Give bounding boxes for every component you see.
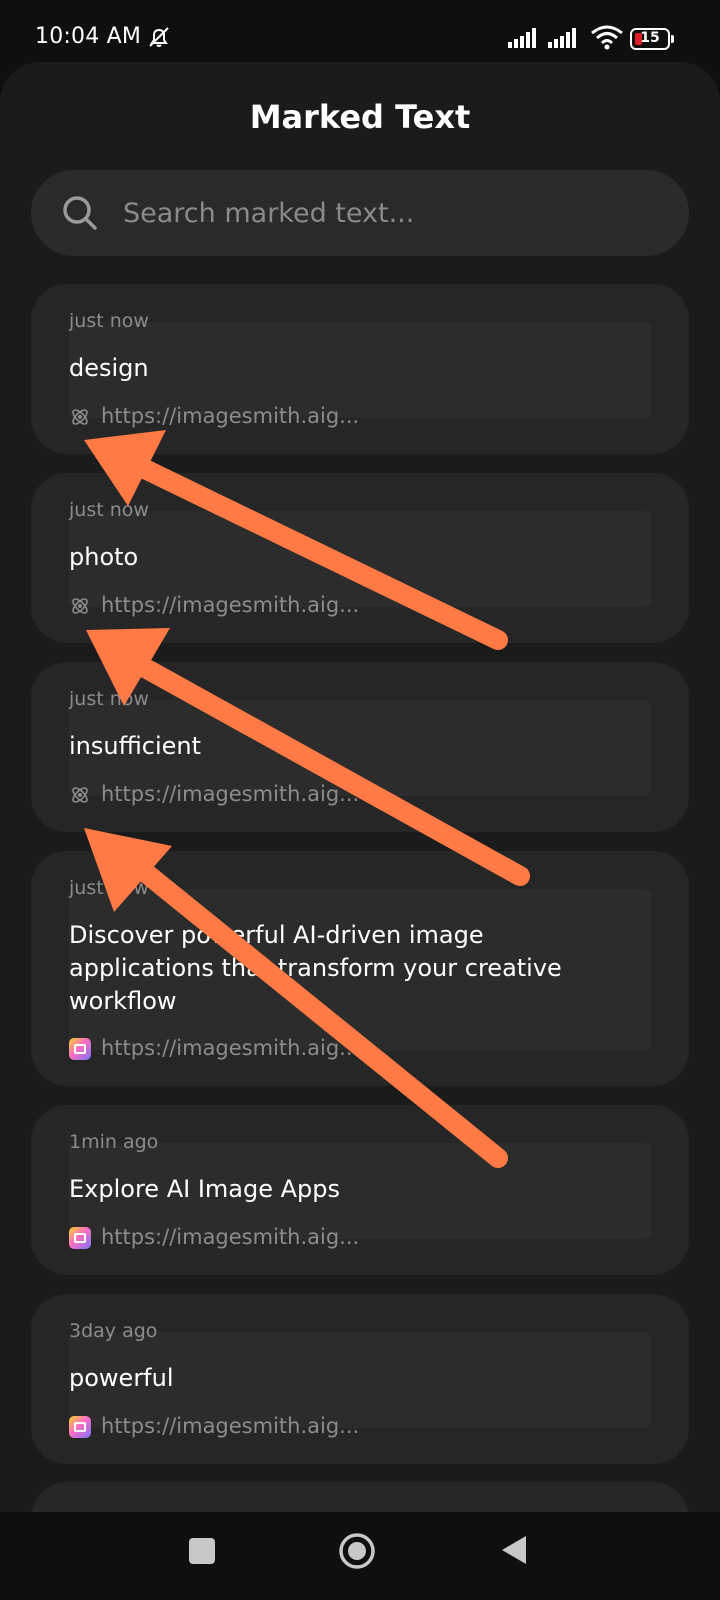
card-timestamp: just now (69, 310, 149, 332)
marked-text-card[interactable]: just now Discover powerful AI-driven ima… (31, 851, 689, 1086)
source-url: https://imagesmith.aig... (101, 593, 360, 617)
marked-text-card[interactable]: just now photo https://imagesmith.aig... (31, 473, 689, 643)
navigation-bar (0, 1512, 720, 1600)
card-source[interactable]: https://imagesmith.aig... (69, 782, 469, 808)
card-source[interactable]: https://imagesmith.aig... (69, 1225, 469, 1251)
status-time: 10:04 AM (35, 24, 142, 49)
search-input[interactable] (123, 170, 663, 256)
marked-text-card[interactable]: just now design https://imagesmith.aig..… (31, 284, 689, 454)
gradient-app-icon (69, 1038, 91, 1060)
signal-icon (548, 28, 576, 48)
card-source[interactable]: https://imagesmith.aig... (69, 1414, 469, 1440)
home-circle-icon[interactable] (338, 1532, 376, 1570)
card-text: photo (69, 543, 139, 571)
marked-text-card[interactable]: just now insufficient https://imagesmith… (31, 662, 689, 832)
gradient-app-icon (69, 1416, 91, 1438)
card-timestamp: 3day ago (69, 1320, 158, 1342)
card-text: Explore AI Image Apps (69, 1175, 340, 1203)
card-source[interactable]: https://imagesmith.aig... (69, 404, 469, 430)
card-text: powerful (69, 1364, 174, 1392)
card-source[interactable]: https://imagesmith.aig... (69, 593, 469, 619)
gradient-app-icon (69, 1227, 91, 1249)
source-url: https://imagesmith.aig... (101, 1225, 360, 1249)
card-source[interactable]: https://imagesmith.aig... (69, 1036, 469, 1062)
bell-off-icon (149, 27, 169, 47)
wifi-icon (591, 25, 623, 50)
atom-icon (72, 409, 88, 425)
search-bar[interactable] (31, 170, 689, 256)
atom-icon (72, 598, 88, 614)
source-url: https://imagesmith.aig... (101, 1414, 360, 1438)
back-triangle-icon[interactable] (500, 1534, 528, 1566)
card-timestamp: just now (69, 688, 149, 710)
card-text: Discover powerful AI-driven image applic… (69, 921, 562, 1015)
card-timestamp: just now (69, 877, 149, 899)
recents-square-icon[interactable] (189, 1538, 215, 1564)
marked-text-card[interactable]: 3day ago powerful https://imagesmith.aig… (31, 1294, 689, 1464)
card-text: design (69, 354, 149, 382)
marked-text-card[interactable]: 1min ago Explore AI Image Apps https://i… (31, 1105, 689, 1275)
card-timestamp: just now (69, 499, 149, 521)
source-url: https://imagesmith.aig... (101, 782, 360, 806)
page-title: Marked Text (249, 98, 471, 136)
battery-icon: 15 (630, 28, 674, 50)
signal-icon (508, 28, 536, 48)
source-url: https://imagesmith.aig... (101, 1036, 360, 1060)
card-text: insufficient (69, 732, 202, 760)
source-url: https://imagesmith.aig... (101, 404, 360, 428)
atom-icon (72, 787, 88, 803)
battery-level: 15 (640, 30, 660, 46)
card-timestamp: 1min ago (69, 1131, 159, 1153)
search-icon (63, 196, 97, 230)
marked-text-sheet: Marked Text just now design https://imag… (0, 62, 720, 1542)
status-bar: 10:04 AM 15 (0, 0, 720, 64)
